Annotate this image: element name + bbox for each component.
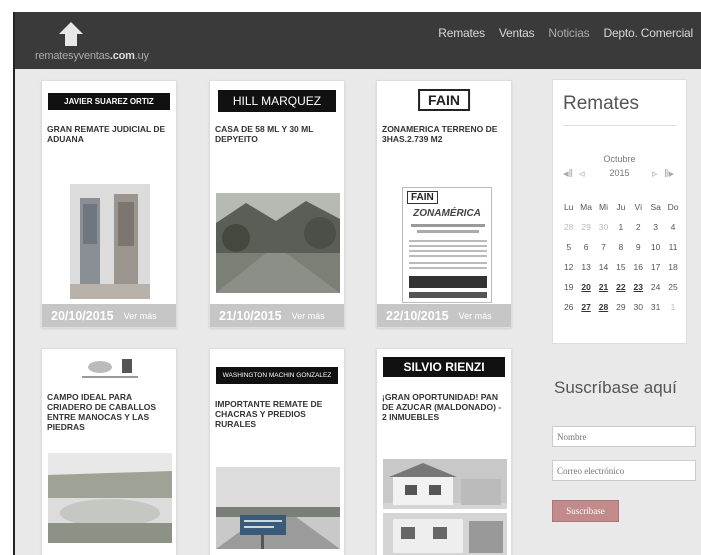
calendar-day: 11 — [668, 242, 678, 252]
calendar-week: 28 29 30 1 2 3 4 — [560, 217, 682, 237]
calendar-day-link[interactable]: 21 — [595, 282, 612, 292]
calendar-day: 28 — [563, 222, 574, 232]
nav-ventas[interactable]: Ventas — [499, 26, 535, 40]
calendar-day: 26 — [563, 302, 574, 312]
email-input[interactable] — [552, 460, 696, 481]
calendar-day: 18 — [668, 262, 678, 272]
auction-date: 21/10/2015 — [219, 308, 282, 323]
auctioneer-logo: WASHINGTON MACHIN GONZALEZ — [216, 367, 338, 384]
auction-date: 20/10/2015 — [51, 308, 114, 323]
subscribe-title: Suscríbase aquí — [554, 378, 677, 397]
listing-card[interactable]: HILL MARQUEZ CASA DE 58 ml y 30 ml Depye… — [209, 80, 345, 328]
calendar-day: 9 — [635, 242, 641, 252]
calendar-day: 30 — [633, 302, 643, 312]
calendar-day: 5 — [566, 242, 572, 252]
listing-card[interactable]: FAIN ZONAMERICA TERRENO DE 3Has.2.739 m2… — [376, 80, 512, 328]
calendar-week: 26 27 28 29 30 31 1 — [560, 297, 682, 317]
listing-card[interactable]: WASHINGTON MACHIN GONZALEZ IMPORTANTE RE… — [209, 348, 345, 555]
calendar-title: Remates — [563, 93, 640, 114]
listing-title[interactable]: IMPORTANTE REMATE DE CHACRAS Y PREDIOS R… — [215, 399, 339, 429]
listing-title[interactable]: CASA DE 58 ml y 30 ml Depyeito — [215, 124, 339, 144]
calendar-day: 15 — [616, 262, 626, 272]
calendar-day: 4 — [670, 222, 676, 232]
calendar-day: 25 — [668, 282, 678, 292]
flyer-text-lines — [409, 224, 487, 298]
subscribe-button[interactable]: Suscríbase — [552, 500, 619, 522]
calendar-widget: Remates ◂‖ ◃ Octubre 2015 ▹ ‖▸ Lu Ma Mi Ju V… — [552, 79, 687, 344]
auctioneer-logo: SILVIO RIENZI — [383, 357, 505, 377]
calendar-day: 31 — [650, 302, 661, 312]
listing-title[interactable]: ¡GRAN OPORTUNIDAD! PAN DE AZUCAR (MALDON… — [382, 392, 506, 422]
calendar-day: 1 — [618, 222, 624, 232]
calendar-day: 13 — [581, 262, 591, 272]
listing-footer: 21/10/2015 Ver más — [210, 304, 344, 327]
calendar-day: 29 — [581, 222, 591, 232]
listing-card[interactable]: SILVIO RIENZI ¡GRAN OPORTUNIDAD! PAN DE … — [376, 348, 512, 555]
listing-footer: 20/10/2015 Ver más — [42, 304, 176, 327]
calendar-day: 3 — [653, 222, 659, 232]
site-logo[interactable]: rematesyventas.com.uy — [35, 50, 149, 62]
nav-depto-comercial[interactable]: Depto. Comercial — [603, 26, 693, 40]
listing-footer: 22/10/2015 Ver más — [377, 304, 511, 327]
calendar-day: 7 — [601, 242, 606, 252]
listing-photo[interactable] — [48, 453, 172, 543]
nav-remates[interactable]: Remates — [438, 26, 485, 40]
auctioneer-logo — [78, 357, 142, 383]
calendar-day-link[interactable]: 23 — [630, 282, 647, 292]
top-navbar: rematesyventas.com.uy Remates Ventas Not… — [15, 12, 701, 69]
calendar-day: 30 — [598, 222, 609, 232]
ver-mas-link[interactable]: Ver más — [124, 311, 157, 321]
calendar-week: 12 13 14 15 16 17 18 — [560, 257, 682, 277]
calendar-week: 19 20 21 22 23 24 25 — [560, 277, 682, 297]
listing-photo[interactable] — [216, 467, 340, 549]
main-nav: Remates Ventas Noticias Depto. Comercial — [438, 26, 693, 40]
calendar-day: 29 — [616, 302, 626, 312]
listing-card[interactable]: JAVIER SUAREZ ORTIZ GRAN REMATE JUDICIAL… — [41, 80, 177, 328]
auction-date: 22/10/2015 — [386, 308, 449, 323]
calendar-day: 16 — [633, 262, 643, 272]
listing-photo[interactable] — [70, 184, 150, 299]
calendar-day: 10 — [650, 242, 661, 252]
listing-title[interactable]: GRAN REMATE JUDICIAL DE ADUANA — [47, 124, 171, 144]
calendar-grid: Lu Ma Mi Ju Vi Sa Do 28 29 30 1 2 3 4 5 6 7 8 … — [560, 197, 682, 317]
next-month-icon[interactable]: ▹ — [652, 167, 658, 180]
calendar-day: 24 — [650, 282, 661, 292]
calendar-day: 17 — [650, 262, 661, 272]
weekday-header: Lu Ma Mi Ju Vi Sa Do — [563, 202, 679, 212]
calendar-week: 5 6 7 8 9 10 11 — [560, 237, 682, 257]
house-logo-icon[interactable] — [57, 20, 85, 48]
page-frame: rematesyventas.com.uy Remates Ventas Not… — [13, 12, 701, 555]
auctioneer-logo: JAVIER SUAREZ ORTIZ — [48, 93, 170, 110]
listing-card[interactable]: CAMPO IDEAL PARA CRIADERO DE CABALLOS EN… — [41, 348, 177, 555]
auctioneer-logo: FAIN — [418, 89, 470, 111]
listing-flyer[interactable]: FAIN ZONAMÉRICA — [402, 187, 492, 303]
name-input[interactable] — [552, 426, 696, 447]
calendar-day: 6 — [583, 242, 589, 252]
listing-photo[interactable] — [383, 459, 507, 555]
calendar-day: 14 — [598, 262, 609, 272]
flyer-brand: FAIN — [407, 191, 438, 204]
calendar-day-link[interactable]: 27 — [577, 302, 594, 312]
listing-title[interactable]: CAMPO IDEAL PARA CRIADERO DE CABALLOS EN… — [47, 392, 171, 432]
calendar-day-link[interactable]: 20 — [577, 282, 594, 292]
calendar-day: 1 — [670, 302, 676, 312]
flyer-headline: ZONAMÉRICA — [413, 208, 481, 219]
calendar-day-link[interactable]: 22 — [612, 282, 629, 292]
calendar-day-link[interactable]: 28 — [595, 302, 612, 312]
calendar-day: 19 — [563, 282, 574, 292]
listing-title[interactable]: ZONAMERICA TERRENO DE 3Has.2.739 m2 — [382, 124, 506, 144]
auctioneer-logo: HILL MARQUEZ — [218, 90, 336, 112]
calendar-day: 2 — [635, 222, 641, 232]
calendar-divider — [563, 125, 676, 126]
nav-noticias[interactable]: Noticias — [548, 26, 589, 40]
calendar-day: 8 — [618, 242, 624, 252]
ver-mas-link[interactable]: Ver más — [459, 311, 492, 321]
ver-mas-link[interactable]: Ver más — [292, 311, 325, 321]
next-year-icon[interactable]: ‖▸ — [664, 167, 674, 180]
listing-photo[interactable] — [216, 193, 340, 293]
calendar-day: 12 — [563, 262, 574, 272]
